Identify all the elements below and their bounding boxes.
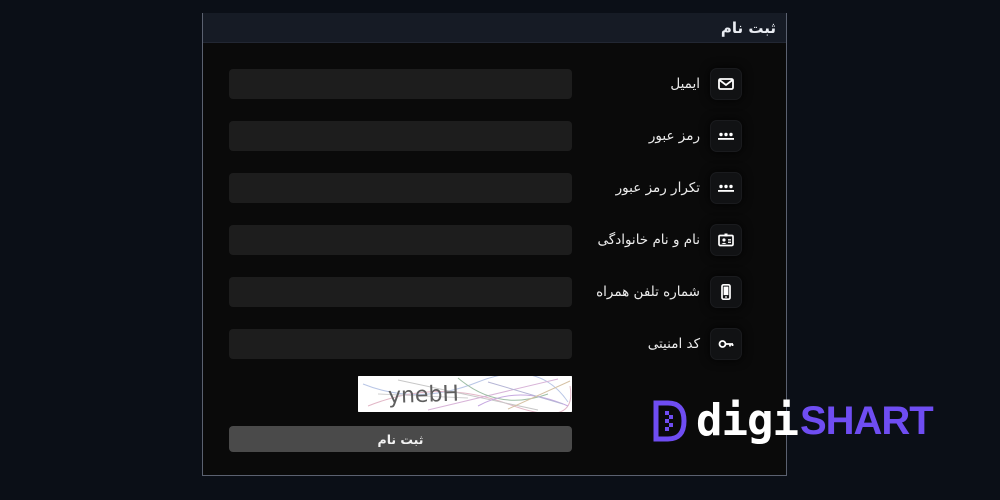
captcha-text: ynebH [388,382,460,409]
email-field[interactable] [229,69,572,99]
confirm-password-label: تکرار رمز عبور [615,180,700,196]
mobile-field[interactable] [229,277,572,307]
security-code-row: کد امنیتی [229,328,742,360]
mobile-label: شماره تلفن همراه [596,284,700,300]
confirm-password-field[interactable] [229,173,572,203]
full-name-row: نام و نام خانوادگی [229,224,742,256]
key-icon [710,328,742,360]
password-dots-icon [710,172,742,204]
captcha-image: ynebH [358,376,572,412]
brand-logo: digi SHART [652,395,934,446]
brand-shart: SHART [799,399,934,443]
security-code-label: کد امنیتی [647,336,700,352]
full-name-field[interactable] [229,225,572,255]
panel-header: ثبت نام [203,13,786,43]
password-label: رمز عبور [648,128,700,144]
security-code-field[interactable] [229,329,572,359]
id-card-icon [710,224,742,256]
form-title: ثبت نام [720,18,776,37]
full-name-label: نام و نام خانوادگی [597,232,700,248]
brand-mark-icon [653,400,687,442]
confirm-password-row: تکرار رمز عبور [229,172,742,204]
brand-digi: digi [696,395,799,446]
password-row: رمز عبور [229,120,742,152]
mobile-row: شماره تلفن همراه [229,276,742,308]
mobile-phone-icon [710,276,742,308]
password-field[interactable] [229,121,572,151]
email-row: ایمیل [229,68,742,100]
email-label: ایمیل [670,76,700,92]
page: ثبت نام ایمیل رمز عبور تکرار رمز عبور نا… [0,0,1000,500]
register-button[interactable]: ثبت نام [229,426,572,452]
password-dots-icon [710,120,742,152]
envelope-icon [710,68,742,100]
